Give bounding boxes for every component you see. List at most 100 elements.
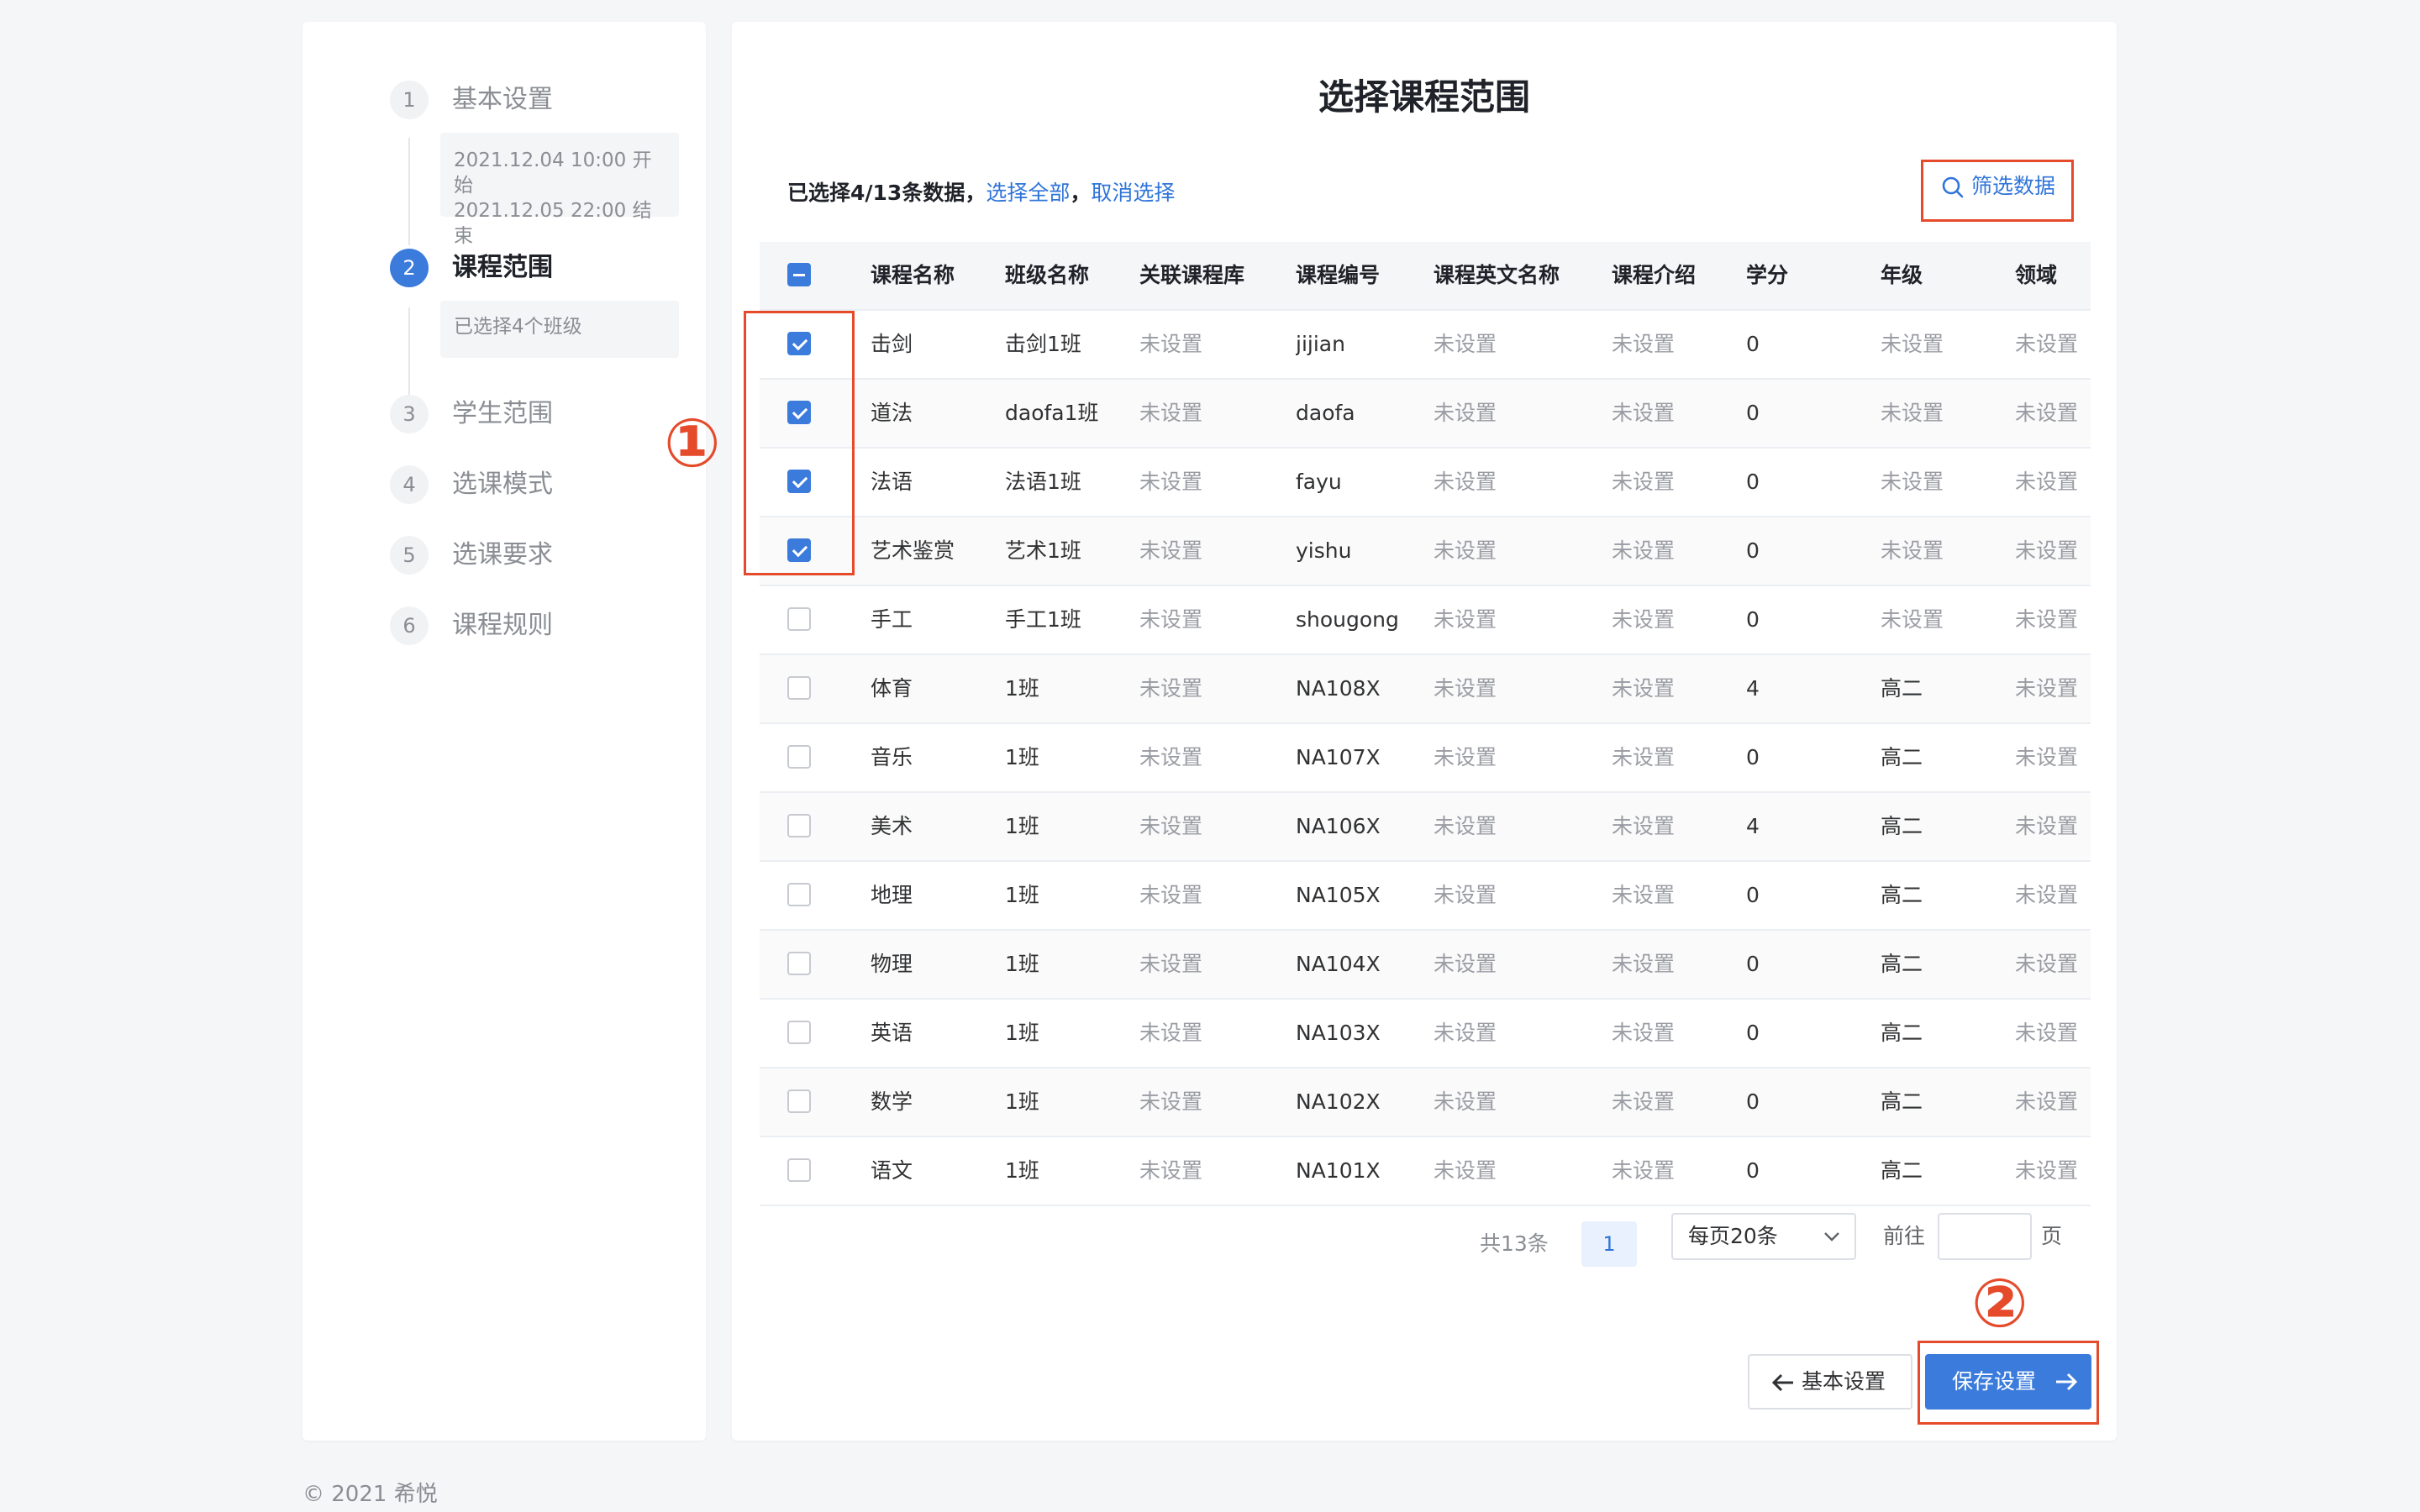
back-to-basic-settings-button[interactable]: 基本设置 [1748,1354,1912,1410]
step-course-desc: 已选择4个班级 [440,301,679,358]
cell-linked-library: 未设置 [1139,1021,1203,1045]
step-number: 3 [390,395,429,433]
cell-domain: 未设置 [2015,814,2079,838]
step-title: 选课模式 [452,470,553,499]
cell-english-name: 未设置 [1434,952,1497,976]
cell-course-intro: 未设置 [1612,952,1676,976]
cell-credits: 0 [1746,538,1760,563]
table-row[interactable]: 地理 1班 未设置 NA105X 未设置 未设置 0 高二 未设置 [760,862,2091,931]
cell-domain: 未设置 [2015,676,2079,701]
table-row[interactable]: 体育 1班 未设置 NA108X 未设置 未设置 4 高二 未设置 [760,655,2091,724]
table-row[interactable]: 美术 1班 未设置 NA106X 未设置 未设置 4 高二 未设置 [760,793,2091,862]
cell-english-name: 未设置 [1434,676,1497,701]
table-row[interactable]: 音乐 1班 未设置 NA107X 未设置 未设置 0 高二 未设置 [760,724,2091,793]
step-title: 学生范围 [452,399,553,428]
row-checkbox[interactable] [787,883,811,906]
cell-english-name: 未设置 [1434,814,1497,838]
cell-domain: 未设置 [2015,607,2079,632]
cell-english-name: 未设置 [1434,607,1497,632]
cell-grade: 高二 [1881,952,1923,976]
table-row[interactable]: 艺术鉴赏 艺术1班 未设置 yishu 未设置 未设置 0 未设置 未设置 [760,517,2091,586]
cell-credits: 4 [1746,814,1760,838]
cell-credits: 4 [1746,676,1760,701]
cell-credits: 0 [1746,883,1760,907]
table-row[interactable]: 物理 1班 未设置 NA104X 未设置 未设置 0 高二 未设置 [760,931,2091,1000]
col-credits: 学分 [1746,263,1789,287]
table-row[interactable]: 道法 daofa1班 未设置 daofa 未设置 未设置 0 未设置 未设置 [760,380,2091,449]
cell-linked-library: 未设置 [1139,1089,1203,1114]
cell-course-intro: 未设置 [1612,1089,1676,1114]
cell-course-name: 体育 [871,676,913,701]
table-row[interactable]: 数学 1班 未设置 NA102X 未设置 未设置 0 高二 未设置 [760,1068,2091,1137]
cell-grade: 高二 [1881,1089,1923,1114]
cell-class-name: 1班 [1005,883,1039,907]
cell-course-code: NA108X [1296,676,1381,701]
col-linked-library: 关联课程库 [1139,263,1245,287]
cell-english-name: 未设置 [1434,1021,1497,1045]
cell-grade: 未设置 [1881,332,1944,356]
goto-page-input[interactable] [1938,1213,2032,1260]
step-title: 课程范围 [452,253,553,282]
annotation-box-filter [1921,160,2074,222]
cell-domain: 未设置 [2015,1021,2079,1045]
cell-course-name: 地理 [871,883,913,907]
cell-course-intro: 未设置 [1612,676,1676,701]
row-checkbox[interactable] [787,607,811,631]
cell-class-name: 1班 [1005,814,1039,838]
col-course-code: 课程编号 [1296,263,1381,287]
table-row[interactable]: 法语 法语1班 未设置 fayu 未设置 未设置 0 未设置 未设置 [760,449,2091,517]
row-checkbox[interactable] [787,814,811,837]
col-domain: 领域 [2015,263,2058,287]
table-row[interactable]: 手工 手工1班 未设置 shougong 未设置 未设置 0 未设置 未设置 [760,586,2091,655]
selection-info: 已选择4/13条数据，选择全部，取消选择 [787,176,1175,207]
goto-suffix: 页 [2041,1224,2063,1248]
steps-panel: 1 基本设置 2021.12.04 10:00 开始 2021.12.05 22… [302,22,706,1441]
row-checkbox[interactable] [787,1021,811,1044]
cell-course-name: 艺术鉴赏 [871,538,955,563]
step-number: 2 [390,249,429,287]
cell-linked-library: 未设置 [1139,401,1203,425]
cell-linked-library: 未设置 [1139,952,1203,976]
cell-grade: 未设置 [1881,401,1944,425]
col-course-intro: 课程介绍 [1612,263,1697,287]
col-english-name: 课程英文名称 [1434,263,1560,287]
cell-course-name: 音乐 [871,745,913,769]
step-title: 基本设置 [452,85,553,114]
row-checkbox[interactable] [787,1089,811,1113]
cell-english-name: 未设置 [1434,883,1497,907]
cell-linked-library: 未设置 [1139,1158,1203,1183]
cell-grade: 高二 [1881,814,1923,838]
row-checkbox[interactable] [787,676,811,700]
cell-class-name: 1班 [1005,745,1039,769]
cell-course-name: 美术 [871,814,913,838]
cell-class-name: 法语1班 [1005,470,1081,494]
cell-grade: 未设置 [1881,470,1944,494]
back-button-label: 基本设置 [1802,1369,1886,1394]
table-row[interactable]: 击剑 击剑1班 未设置 jijian 未设置 未设置 0 未设置 未设置 [760,311,2091,380]
cell-credits: 0 [1746,745,1760,769]
page-number-1[interactable]: 1 [1581,1221,1637,1267]
cell-class-name: 1班 [1005,1089,1039,1114]
cell-course-code: jijian [1296,332,1345,356]
cancel-select-link[interactable]: 取消选择 [1091,181,1175,205]
cell-course-name: 法语 [871,470,913,494]
select-all-link[interactable]: 选择全部 [986,181,1070,205]
table-row[interactable]: 英语 1班 未设置 NA103X 未设置 未设置 0 高二 未设置 [760,1000,2091,1068]
cell-course-code: NA103X [1296,1021,1381,1045]
cell-course-intro: 未设置 [1612,401,1676,425]
cell-course-code: NA107X [1296,745,1381,769]
cell-linked-library: 未设置 [1139,332,1203,356]
cell-class-name: 击剑1班 [1005,332,1081,356]
select-all-checkbox[interactable] [787,263,811,286]
page-size-select[interactable]: 每页20条 [1671,1213,1856,1260]
cell-grade: 高二 [1881,1158,1923,1183]
row-checkbox[interactable] [787,745,811,769]
cell-domain: 未设置 [2015,332,2079,356]
cell-english-name: 未设置 [1434,745,1497,769]
table-body: 击剑 击剑1班 未设置 jijian 未设置 未设置 0 未设置 未设置 道法 daofa1班 未设置… [760,311,2091,1206]
table-row[interactable]: 语文 1班 未设置 NA101X 未设置 未设置 0 高二 未设置 [760,1137,2091,1206]
row-checkbox[interactable] [787,1158,811,1182]
footer-copyright: © 2021 希悦 [302,1482,438,1507]
cell-credits: 0 [1746,470,1760,494]
row-checkbox[interactable] [787,952,811,975]
